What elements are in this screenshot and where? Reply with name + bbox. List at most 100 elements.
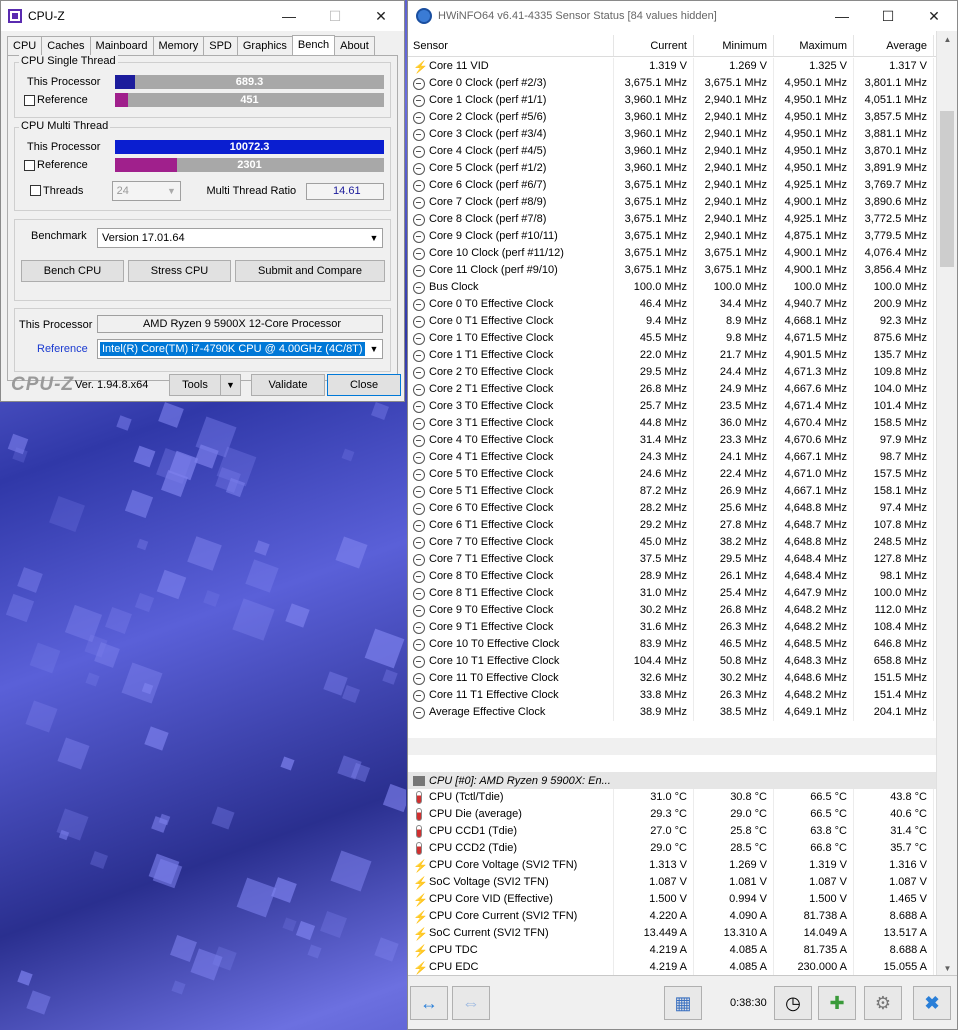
add-log-icon[interactable]: ✚ [818,986,856,1020]
maximize-icon[interactable]: ☐ [865,1,911,31]
vertical-scrollbar[interactable]: ▲ ▼ [936,31,957,977]
sensor-row[interactable]: Core 1 T0 Effective Clock 45.5 MHz 9.8 MHz… [408,330,937,347]
benchmark-version-select[interactable]: Version 17.01.64 ▼ [97,228,383,248]
sensor-row[interactable]: Core 11 Clock (perf #9/10) 3,675.1 MHz 3,6… [408,262,937,279]
sensor-row[interactable]: Core 9 T1 Effective Clock 31.6 MHz 26.3 MH… [408,619,937,636]
tab-spd[interactable]: SPD [203,36,238,55]
sensor-row[interactable]: Core 4 T1 Effective Clock 24.3 MHz 24.1 MH… [408,449,937,466]
validate-button[interactable]: Validate [251,374,325,396]
sensor-row[interactable]: ⚡ CPU Core VID (Effective) 1.500 V 0.994 V1… [408,891,937,908]
sensor-row[interactable]: Core 11 T1 Effective Clock 33.8 MHz 26.3 M… [408,687,937,704]
col-minimum[interactable]: Minimum [694,35,774,56]
scroll-up-icon[interactable]: ▲ [937,31,958,48]
stress-cpu-button[interactable]: Stress CPU [128,260,231,282]
sensor-row[interactable]: Core 10 Clock (perf #11/12) 3,675.1 MHz 3,… [408,245,937,262]
close-button[interactable]: Close [327,374,401,396]
multi-ref-checkbox[interactable] [24,160,35,171]
sensor-row[interactable]: Core 7 T0 Effective Clock 45.0 MHz 38.2 MH… [408,534,937,551]
close-icon[interactable]: ✕ [358,1,404,31]
submit-compare-button[interactable]: Submit and Compare [235,260,385,282]
sensor-row[interactable]: Core 8 Clock (perf #7/8) 3,675.1 MHz 2,940… [408,211,937,228]
sensor-row[interactable]: Core 3 Clock (perf #3/4) 3,960.1 MHz 2,940… [408,126,937,143]
single-ref-label-wrap: Reference [19,94,115,106]
tab-bench[interactable]: Bench [291,35,336,56]
sensor-row[interactable]: ⚡ CPU Core Current (SVI2 TFN) 4.220 A 4.090… [408,908,937,925]
sensor-average: 97.9 MHz [854,432,934,449]
sensor-row[interactable]: Core 7 Clock (perf #8/9) 3,675.1 MHz 2,940… [408,194,937,211]
bench-cpu-button[interactable]: Bench CPU [21,260,124,282]
minimize-icon[interactable]: — [266,1,312,31]
sensor-row[interactable]: ⚡ SoC Current (SVI2 TFN) 13.449 A 13.310 A1… [408,925,937,942]
scrollbar-thumb[interactable] [940,111,954,267]
tools-dropdown-icon[interactable]: ▼ [221,374,241,396]
sensor-row[interactable]: Core 1 Clock (perf #1/1) 3,960.1 MHz 2,940… [408,92,937,109]
sensor-row[interactable]: CPU (Tctl/Tdie) 31.0 °C 30.8 °C 66.5 °C 43.8… [408,789,937,806]
sensor-row[interactable]: Core 8 T1 Effective Clock 31.0 MHz 25.4 MH… [408,585,937,602]
sensor-row[interactable]: Core 5 T0 Effective Clock 24.6 MHz 22.4 MH… [408,466,937,483]
sensor-row[interactable]: Core 5 T1 Effective Clock 87.2 MHz 26.9 MH… [408,483,937,500]
sensor-name: CPU Core VID (Effective) [429,893,553,905]
tools-button[interactable]: Tools [169,374,221,396]
col-maximum[interactable]: Maximum [774,35,854,56]
arrows-left-right-icon[interactable]: ↔ [410,986,448,1020]
tab-caches[interactable]: Caches [41,36,91,55]
threads-combo[interactable]: 24 ▼ [111,181,181,201]
sensor-row[interactable]: Core 2 T0 Effective Clock 29.5 MHz 24.4 MH… [408,364,937,381]
sensor-row[interactable]: CPU Die (average) 29.3 °C 29.0 °C 66.5 °C 40… [408,806,937,823]
clock-icon[interactable]: ◷ [774,986,812,1020]
sensor-row[interactable]: Core 7 T1 Effective Clock 37.5 MHz 29.5 MH… [408,551,937,568]
sensor-row[interactable]: ⚡ Core 11 VID 1.319 V 1.269 V 1.325 V 1.317 V [408,58,937,75]
sensor-row[interactable]: Bus Clock 100.0 MHz 100.0 MHz 100.0 MHz 100.… [408,279,937,296]
sensor-row[interactable]: Core 0 Clock (perf #2/3) 3,675.1 MHz 3,675… [408,75,937,92]
col-current[interactable]: Current [614,35,694,56]
col-average[interactable]: Average [854,35,934,56]
tab-about[interactable]: About [334,36,375,55]
sensor-row[interactable]: Core 8 T0 Effective Clock 28.9 MHz 26.1 MH… [408,568,937,585]
sensor-row[interactable]: Core 10 T0 Effective Clock 83.9 MHz 46.5 M… [408,636,937,653]
sensor-minimum: 2,940.1 MHz [694,126,774,143]
tab-graphics[interactable]: Graphics [236,36,293,55]
tab-cpu[interactable]: CPU [7,36,43,55]
sensor-row[interactable]: Average Effective Clock 38.9 MHz 38.5 MHz 4… [408,704,937,721]
sensor-group-header[interactable]: CPU [#0]: AMD Ryzen 9 5900X: En... [408,772,937,789]
sensor-row[interactable]: ⚡ CPU TDC 4.219 A 4.085 A 81.735 A 8.688 A [408,942,937,959]
close-icon[interactable]: ✕ [911,1,957,31]
sensor-row[interactable]: ⚡ CPU Core Voltage (SVI2 TFN) 1.313 V 1.269… [408,857,937,874]
sensor-row[interactable]: Core 0 T0 Effective Clock 46.4 MHz 34.4 MH… [408,296,937,313]
col-sensor[interactable]: Sensor [408,35,614,56]
single-ref-checkbox[interactable] [24,95,35,106]
sensor-row[interactable]: Core 6 T1 Effective Clock 29.2 MHz 27.8 MH… [408,517,937,534]
sensor-row[interactable]: ⚡ SoC Voltage (SVI2 TFN) 1.087 V 1.081 V 1.0… [408,874,937,891]
sensor-row[interactable]: Core 2 T1 Effective Clock 26.8 MHz 24.9 MH… [408,381,937,398]
reference-select[interactable]: Intel(R) Core(TM) i7-4790K CPU @ 4.00GHz… [97,339,383,359]
minimize-icon[interactable]: — [819,1,865,31]
arrows-right-left-icon[interactable]: ⇔ [452,986,490,1020]
sensor-row[interactable]: Core 3 T1 Effective Clock 44.8 MHz 36.0 MH… [408,415,937,432]
sensor-row[interactable]: Core 2 Clock (perf #5/6) 3,960.1 MHz 2,940… [408,109,937,126]
sensor-row[interactable]: Core 3 T0 Effective Clock 25.7 MHz 23.5 MH… [408,398,937,415]
sensor-row[interactable]: Core 9 T0 Effective Clock 30.2 MHz 26.8 MH… [408,602,937,619]
tab-memory[interactable]: Memory [152,36,205,55]
sensor-row[interactable]: Core 6 Clock (perf #6/7) 3,675.1 MHz 2,940… [408,177,937,194]
sensor-row[interactable]: Core 10 T1 Effective Clock 104.4 MHz 50.8 … [408,653,937,670]
clock-icon [413,128,425,141]
sensor-row[interactable]: Core 1 T1 Effective Clock 22.0 MHz 21.7 MH… [408,347,937,364]
sensor-row[interactable]: Core 9 Clock (perf #10/11) 3,675.1 MHz 2,9… [408,228,937,245]
threads-checkbox[interactable] [30,185,41,196]
sensor-row[interactable]: Core 0 T1 Effective Clock 9.4 MHz 8.9 MHz 4… [408,313,937,330]
close-x-icon[interactable]: ✖ [913,986,951,1020]
hwinfo-titlebar[interactable]: HWiNFO64 v6.41-4335 Sensor Status [84 va… [408,1,957,31]
sensor-row[interactable]: Core 6 T0 Effective Clock 28.2 MHz 25.6 MH… [408,500,937,517]
sensor-row[interactable]: Core 5 Clock (perf #1/2) 3,960.1 MHz 2,940… [408,160,937,177]
sensor-row[interactable]: CPU CCD2 (Tdie) 29.0 °C 28.5 °C 66.8 °C 35.7… [408,840,937,857]
maximize-icon[interactable]: ☐ [312,1,358,31]
sensor-row[interactable]: Core 11 T0 Effective Clock 32.6 MHz 30.2 M… [408,670,937,687]
cpuz-titlebar[interactable]: CPU-Z — ☐ ✕ [1,1,404,31]
network-icon[interactable]: ▦ [664,986,702,1020]
gear-icon[interactable]: ⚙ [864,986,902,1020]
sensor-row[interactable]: Core 4 T0 Effective Clock 31.4 MHz 23.3 MH… [408,432,937,449]
sensor-row[interactable]: CPU CCD1 (Tdie) 27.0 °C 25.8 °C 63.8 °C 31.4… [408,823,937,840]
tab-mainboard[interactable]: Mainboard [89,36,154,55]
sensor-row[interactable]: Core 4 Clock (perf #4/5) 3,960.1 MHz 2,940… [408,143,937,160]
sensor-row[interactable]: ⚡ CPU EDC 4.219 A 4.085 A 230.000 A 15.055 A [408,959,937,976]
